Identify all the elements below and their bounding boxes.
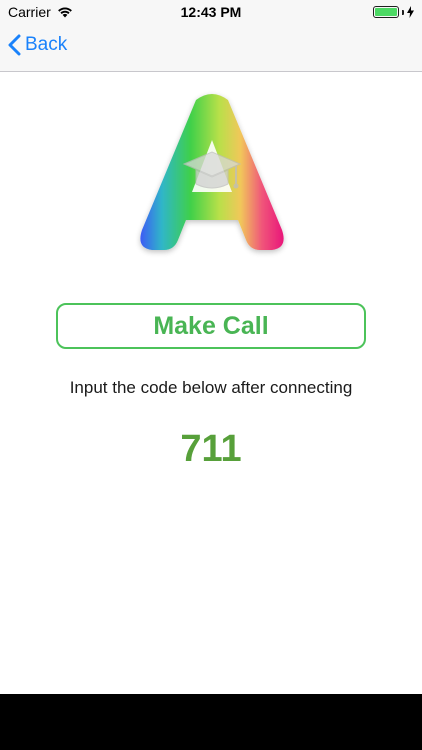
instruction-text: Input the code below after connecting	[69, 378, 353, 397]
battery-icon	[373, 6, 399, 18]
make-call-button[interactable]: Make Call	[56, 303, 366, 349]
bottom-black-bar	[0, 694, 422, 750]
app-screen: Carrier 12:43 PM Back Make Call Input th…	[0, 0, 422, 750]
relay-code: 711	[180, 428, 242, 470]
battery-level	[375, 8, 397, 16]
battery-indicator	[373, 6, 414, 18]
battery-tip	[402, 9, 404, 15]
chevron-left-icon	[8, 34, 21, 56]
status-time: 12:43 PM	[180, 4, 242, 20]
make-call-label: Make Call	[153, 311, 269, 340]
navigation-bar: Back	[0, 24, 422, 72]
charging-bolt-icon	[407, 6, 414, 18]
status-bar: Carrier 12:43 PM	[0, 0, 422, 24]
app-logo	[140, 94, 284, 250]
back-button[interactable]: Back	[8, 34, 67, 56]
back-label: Back	[25, 34, 68, 55]
